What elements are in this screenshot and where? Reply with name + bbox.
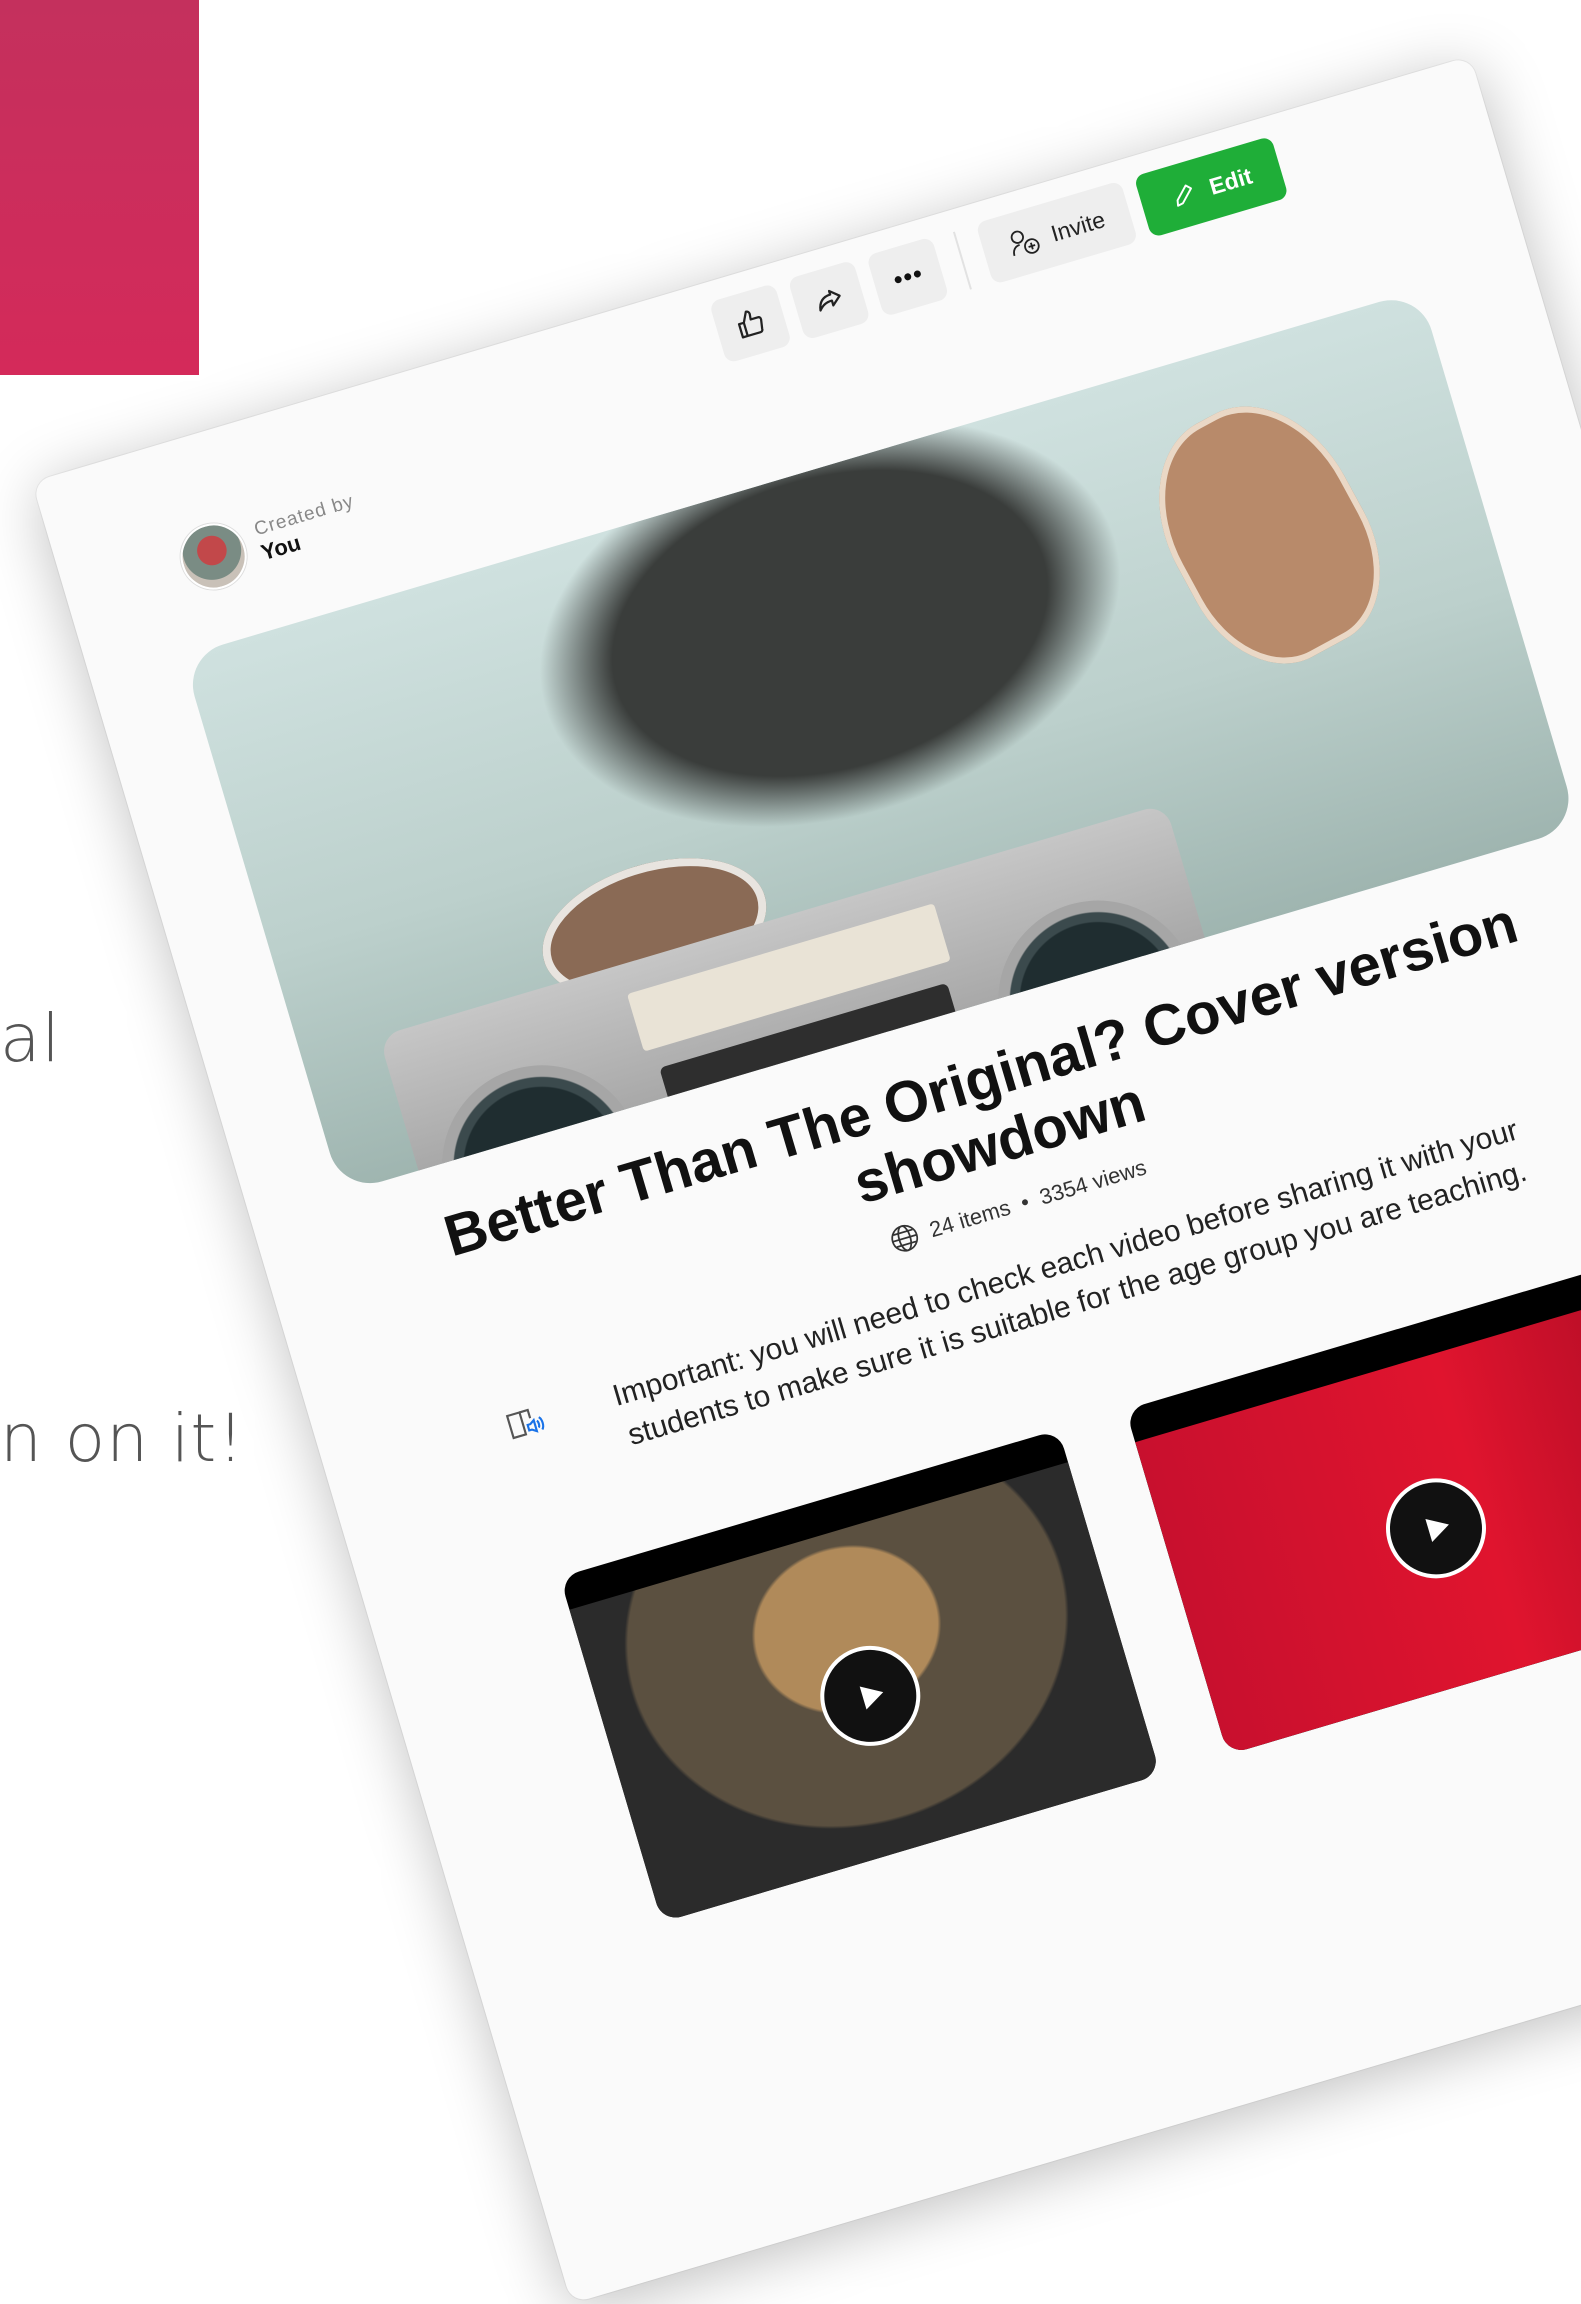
creator-info: Created by You — [172, 482, 367, 598]
video-thumbnail — [1135, 1294, 1581, 1755]
item-count: 24 items — [926, 1194, 1014, 1243]
immersive-reader-icon[interactable] — [501, 1398, 551, 1448]
play-icon — [1425, 1518, 1449, 1542]
invite-button[interactable]: Invite — [975, 180, 1139, 285]
globe-icon — [890, 1225, 918, 1252]
avatar[interactable] — [172, 515, 255, 598]
add-person-icon — [1010, 230, 1040, 257]
view-count: 3354 views — [1036, 1154, 1150, 1210]
edit-label: Edit — [1205, 162, 1256, 200]
background-text-fragment: al — [0, 1000, 61, 1077]
invite-label: Invite — [1047, 205, 1108, 247]
video-card[interactable] — [559, 1429, 1161, 1923]
more-options-button[interactable] — [866, 236, 950, 318]
play-icon — [859, 1686, 884, 1710]
background-text-fragment: n on it! — [0, 1400, 245, 1477]
thumbs-up-icon — [737, 310, 764, 339]
accent-block — [0, 0, 199, 375]
like-button[interactable] — [708, 283, 793, 364]
collection-card: Created by You Invite Edit Better Than T… — [32, 55, 1581, 2304]
more-dots-icon — [894, 270, 921, 284]
pencil-icon — [1176, 184, 1192, 207]
share-arrow-icon — [819, 289, 841, 312]
edit-button[interactable]: Edit — [1133, 135, 1290, 238]
meta-separator: • — [1017, 1189, 1033, 1216]
toolbar-divider — [952, 231, 972, 290]
share-button[interactable] — [787, 259, 871, 341]
action-bar: Invite Edit — [708, 135, 1290, 364]
video-card[interactable] — [1125, 1261, 1581, 1755]
